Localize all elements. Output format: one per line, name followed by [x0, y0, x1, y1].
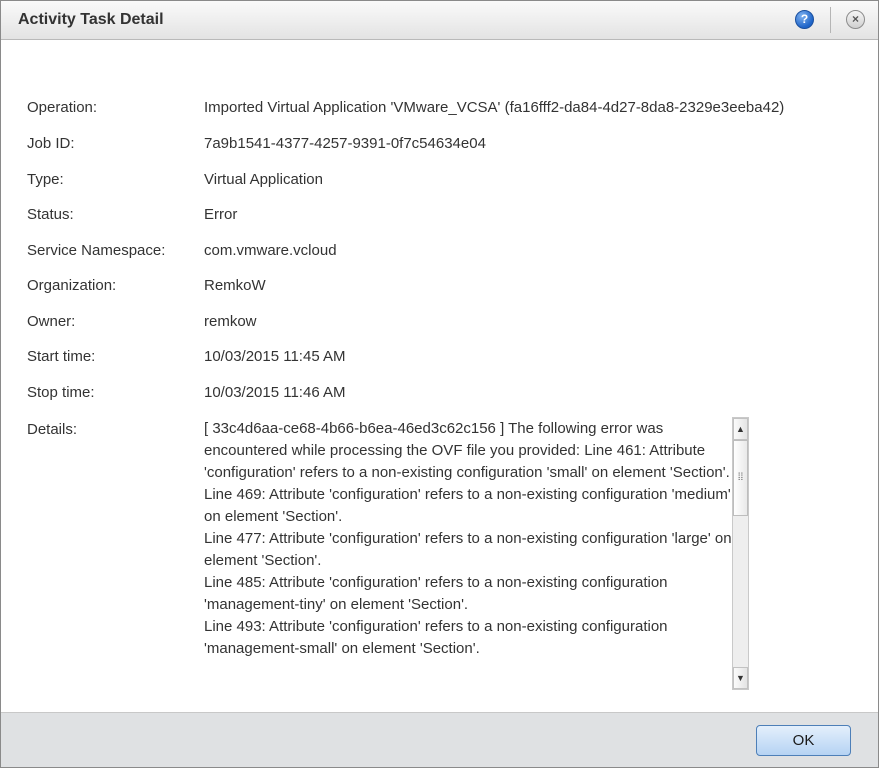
field-value: Imported Virtual Application 'VMware_VCS…	[204, 99, 785, 116]
dialog-titlebar: Activity Task Detail ? ×	[1, 1, 878, 40]
field-value: Error	[204, 206, 238, 223]
field-label: Job ID:	[27, 135, 75, 152]
field-value: Virtual Application	[204, 171, 323, 188]
field-value: com.vmware.vcloud	[204, 242, 337, 259]
activity-task-detail-dialog: Activity Task Detail ? × Operation: Impo…	[0, 0, 879, 768]
ok-button[interactable]: OK	[756, 725, 851, 756]
field-value: 10/03/2015 11:45 AM	[204, 348, 346, 365]
field-value: RemkoW	[204, 277, 266, 294]
field-value: 10/03/2015 11:46 AM	[204, 384, 346, 401]
field-label: Operation:	[27, 99, 98, 116]
scroll-down-arrow-icon[interactable]: ▼	[733, 667, 748, 689]
help-icon[interactable]: ?	[795, 10, 814, 29]
field-row-owner: Owner: remkow	[1, 313, 878, 333]
titlebar-divider	[830, 7, 831, 33]
field-row-organization: Organization: RemkoW	[1, 277, 878, 297]
field-label: Start time:	[27, 348, 96, 365]
dialog-title: Activity Task Detail	[18, 11, 164, 28]
field-row-status: Status: Error	[1, 206, 878, 226]
field-row-service-namespace: Service Namespace: com.vmware.vcloud	[1, 242, 878, 262]
scroll-grip-icon[interactable]: ⁞⁞	[733, 440, 748, 516]
field-row-job-id: Job ID: 7a9b1541-4377-4257-9391-0f7c5463…	[1, 135, 878, 155]
field-label: Stop time:	[27, 384, 95, 401]
field-row-start-time: Start time: 10/03/2015 11:45 AM	[1, 348, 878, 368]
field-row-operation: Operation: Imported Virtual Application …	[1, 99, 878, 119]
field-row-stop-time: Stop time: 10/03/2015 11:46 AM	[1, 384, 878, 404]
details-label: Details:	[27, 421, 78, 438]
scroll-up-arrow-icon[interactable]: ▲	[733, 418, 748, 440]
field-label: Status:	[27, 206, 74, 223]
close-icon[interactable]: ×	[846, 10, 865, 29]
details-scrollbar[interactable]: ▲ ⁞⁞ ▼	[732, 417, 749, 690]
field-value: 7a9b1541-4377-4257-9391-0f7c54634e04	[204, 135, 486, 152]
details-text-area[interactable]: [ 33c4d6aa-ce68-4b66-b6ea-46ed3c62c156 ]…	[204, 418, 732, 690]
field-row-type: Type: Virtual Application	[1, 171, 878, 191]
field-label: Organization:	[27, 277, 117, 294]
field-label: Type:	[27, 171, 64, 188]
dialog-footer: OK	[1, 712, 878, 767]
field-label: Service Namespace:	[27, 242, 166, 259]
field-label: Owner:	[27, 313, 76, 330]
field-value: remkow	[204, 313, 257, 330]
